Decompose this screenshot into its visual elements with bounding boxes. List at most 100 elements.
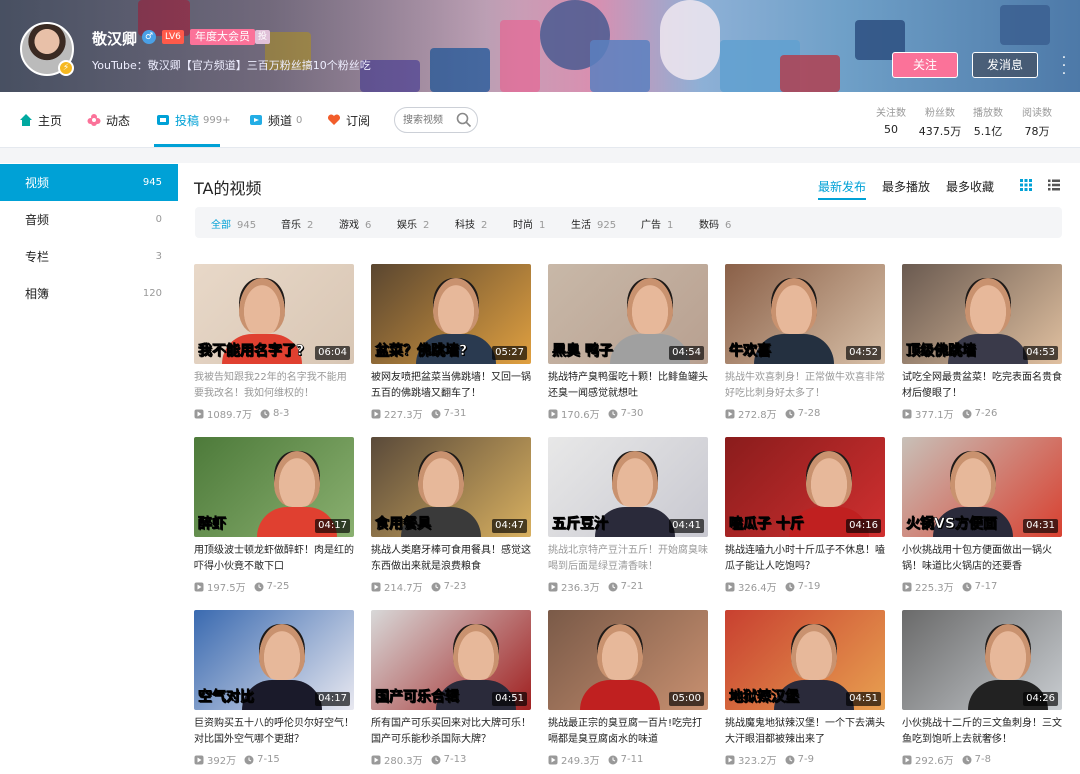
publish-date: 7-11	[608, 754, 643, 765]
thumbnail-face	[239, 278, 285, 334]
video-card[interactable]: 地狱辣汉堡 04:51 挑战魔鬼地狱辣汉堡！一个下去满头大汗眼泪都被辣出来了 3…	[725, 610, 885, 770]
tab-home[interactable]: 主页	[18, 110, 62, 130]
filter-digital[interactable]: 数码 6	[699, 216, 731, 231]
publish-date-value: 7-19	[797, 581, 821, 592]
clock-icon	[962, 582, 972, 591]
video-title[interactable]: 小伙挑战十二斤的三文鱼刺身！三文鱼吃到饱听上去就奢侈！	[902, 716, 1062, 748]
more-options-icon[interactable]: · · ·	[1060, 51, 1068, 81]
video-thumbnail[interactable]: 空气对比 04:17	[194, 610, 354, 710]
play-count: 323.2万	[725, 752, 777, 767]
grid-view-icon[interactable]	[1019, 178, 1033, 192]
filter-entertainment[interactable]: 娱乐 2	[397, 216, 429, 231]
video-thumbnail[interactable]: 嗑瓜子 十斤 04:16	[725, 437, 885, 537]
video-card[interactable]: 国产可乐合辑 04:51 所有国产可乐买回来对比大牌可乐！国产可乐能秒杀国际大牌…	[371, 610, 531, 770]
publish-date: 7-28	[785, 408, 820, 419]
video-title[interactable]: 我被告知跟我22年的名字我不能用要我改名！我如何维权的！	[194, 370, 354, 402]
video-title[interactable]: 挑战牛欢喜刺身！正常做牛欢喜非常好吃比刺身好太多了！	[725, 370, 885, 402]
vip-badge[interactable]: 年度大会员	[190, 29, 255, 45]
video-card[interactable]: 顶级佛跳墙 04:53 试吃全网最贵盆菜！吃完表面名贵食材后傻眼了！ 377.1…	[902, 264, 1062, 424]
video-duration: 04:31	[1023, 519, 1058, 533]
play-icon	[725, 755, 735, 764]
filter-fashion[interactable]: 时尚 1	[513, 216, 545, 231]
video-meta: 392万 7-15	[194, 752, 354, 767]
sort-most-played[interactable]: 最多播放	[882, 178, 930, 195]
play-count-value: 225.3万	[915, 583, 954, 594]
filter-ads[interactable]: 广告 1	[641, 216, 673, 231]
video-card[interactable]: 醉虾 04:17 用顶级波士顿龙虾做醉虾！肉是红的吓得小伙竟不敢下口 197.5…	[194, 437, 354, 597]
sort-latest[interactable]: 最新发布	[818, 178, 866, 195]
video-card[interactable]: 牛欢喜 04:52 挑战牛欢喜刺身！正常做牛欢喜非常好吃比刺身好太多了！ 272…	[725, 264, 885, 424]
video-card[interactable]: 05:00 挑战最正宗的臭豆腐一百片!吃完打嗝都是臭豆腐卤水的味道 249.3万…	[548, 610, 708, 770]
sidebar-item-audio[interactable]: 音频 0	[0, 201, 178, 238]
sidebar-item-articles[interactable]: 专栏 3	[0, 238, 178, 275]
video-card[interactable]: 嗑瓜子 十斤 04:16 挑战连嗑九小时十斤瓜子不休息！嗑瓜子能让人吃饱吗？ 3…	[725, 437, 885, 597]
video-thumbnail[interactable]: 国产可乐合辑 04:51	[371, 610, 531, 710]
video-thumbnail[interactable]: 地狱辣汉堡 04:51	[725, 610, 885, 710]
video-thumbnail[interactable]: 05:00	[548, 610, 708, 710]
video-title[interactable]: 巨资购买五十八的呼伦贝尔好空气！对比国外空气哪个更甜？	[194, 716, 354, 748]
video-title[interactable]: 用顶级波士顿龙虾做醉虾！肉是红的吓得小伙竟不敢下口	[194, 543, 354, 575]
video-card[interactable]: 04:26 小伙挑战十二斤的三文鱼刺身！三文鱼吃到饱听上去就奢侈！ 292.6万…	[902, 610, 1062, 770]
sidebar-item-video[interactable]: 视频 945	[0, 164, 178, 201]
video-thumbnail[interactable]: 火锅VS方便面 04:31	[902, 437, 1062, 537]
video-title[interactable]: 小伙挑战用十包方便面做出一锅火锅！味道比火锅店的还要香	[902, 543, 1062, 575]
video-title[interactable]: 试吃全网最贵盆菜！吃完表面名贵食材后傻眼了！	[902, 370, 1062, 402]
video-card[interactable]: 食用餐具 04:47 挑战人类磨牙棒可食用餐具！感觉这东西做出来就是浪费粮食 2…	[371, 437, 531, 597]
video-card[interactable]: 盆菜？佛跳墙? 05:27 被网友喷把盆菜当佛跳墙！又回一锅五百的佛跳墙又翻车了…	[371, 264, 531, 424]
filter-music[interactable]: 音乐 2	[281, 216, 313, 231]
follow-button[interactable]: 关注	[892, 52, 958, 78]
video-thumbnail[interactable]: 04:26	[902, 610, 1062, 710]
video-title[interactable]: 挑战北京特产豆汁五斤！开始腐臭味喝到后面是绿豆清香味！	[548, 543, 708, 575]
video-title[interactable]: 挑战最正宗的臭豆腐一百片!吃完打嗝都是臭豆腐卤水的味道	[548, 716, 708, 748]
filter-label: 音乐	[281, 220, 301, 231]
video-thumbnail[interactable]: 顶级佛跳墙 04:53	[902, 264, 1062, 364]
clock-icon	[608, 409, 618, 418]
video-thumbnail[interactable]: 我不能用名字了? 06:04	[194, 264, 354, 364]
list-view-icon[interactable]	[1047, 178, 1061, 192]
filter-label: 全部	[211, 220, 231, 231]
video-card[interactable]: 我不能用名字了? 06:04 我被告知跟我22年的名字我不能用要我改名！我如何维…	[194, 264, 354, 424]
video-title[interactable]: 挑战人类磨牙棒可食用餐具！感觉这东西做出来就是浪费粮食	[371, 543, 531, 575]
video-meta: 197.5万 7-25	[194, 579, 354, 594]
banner-shade	[0, 0, 520, 92]
video-card[interactable]: 五斤豆汁 04:41 挑战北京特产豆汁五斤！开始腐臭味喝到后面是绿豆清香味！ 2…	[548, 437, 708, 597]
tab-channels[interactable]: 频道 0	[248, 110, 302, 130]
video-duration: 05:00	[669, 692, 704, 706]
video-title[interactable]: 挑战连嗑九小时十斤瓜子不休息！嗑瓜子能让人吃饱吗？	[725, 543, 885, 575]
sidebar-item-count: 3	[155, 251, 162, 262]
vip-mark: 投	[255, 30, 271, 44]
video-thumbnail[interactable]: 黑臭 鸭子 04:54	[548, 264, 708, 364]
publish-date: 7-31	[431, 408, 466, 419]
thumbnail-face	[627, 278, 673, 334]
video-title[interactable]: 所有国产可乐买回来对比大牌可乐！国产可乐能秒杀国际大牌？	[371, 716, 531, 748]
video-card[interactable]: 空气对比 04:17 巨资购买五十八的呼伦贝尔好空气！对比国外空气哪个更甜？ 3…	[194, 610, 354, 770]
filter-all[interactable]: 全部 945	[211, 216, 256, 231]
video-thumbnail[interactable]: 牛欢喜 04:52	[725, 264, 885, 364]
filter-games[interactable]: 游戏 6	[339, 216, 371, 231]
video-thumbnail[interactable]: 食用餐具 04:47	[371, 437, 531, 537]
video-title[interactable]: 被网友喷把盆菜当佛跳墙！又回一锅五百的佛跳墙又翻车了！	[371, 370, 531, 402]
tab-subscriptions[interactable]: 订阅	[326, 110, 370, 130]
sidebar-item-albums[interactable]: 相簿 120	[0, 275, 178, 312]
tab-dynamic[interactable]: 动态	[86, 110, 130, 130]
thumbnail-caption: 五斤豆汁	[552, 516, 609, 533]
video-title[interactable]: 挑战魔鬼地狱辣汉堡！一个下去满头大汗眼泪都被辣出来了	[725, 716, 885, 748]
send-message-button[interactable]: 发消息	[972, 52, 1038, 78]
tab-home-label: 主页	[38, 113, 63, 128]
play-count-value: 377.1万	[915, 410, 954, 421]
video-title[interactable]: 挑战特产臭鸭蛋吃十颗！比鲱鱼罐头还臭一闻感觉就想吐	[548, 370, 708, 402]
filter-life[interactable]: 生活 925	[571, 216, 616, 231]
filter-tech[interactable]: 科技 2	[455, 216, 487, 231]
tab-uploads[interactable]: 投稿 999+	[155, 110, 230, 130]
flower-icon	[86, 112, 102, 128]
video-thumbnail[interactable]: 五斤豆汁 04:41	[548, 437, 708, 537]
video-thumbnail[interactable]: 盆菜？佛跳墙? 05:27	[371, 264, 531, 364]
video-duration: 04:47	[492, 519, 527, 533]
level-badge[interactable]: LV6	[162, 30, 184, 44]
search-icon[interactable]	[455, 111, 473, 129]
sort-most-favorited[interactable]: 最多收藏	[946, 178, 994, 195]
video-card[interactable]: 火锅VS方便面 04:31 小伙挑战用十包方便面做出一锅火锅！味道比火锅店的还要…	[902, 437, 1062, 597]
video-thumbnail[interactable]: 醉虾 04:17	[194, 437, 354, 537]
thumbnail-caption: 醉虾	[198, 516, 227, 533]
video-card[interactable]: 黑臭 鸭子 04:54 挑战特产臭鸭蛋吃十颗！比鲱鱼罐头还臭一闻感觉就想吐 17…	[548, 264, 708, 424]
